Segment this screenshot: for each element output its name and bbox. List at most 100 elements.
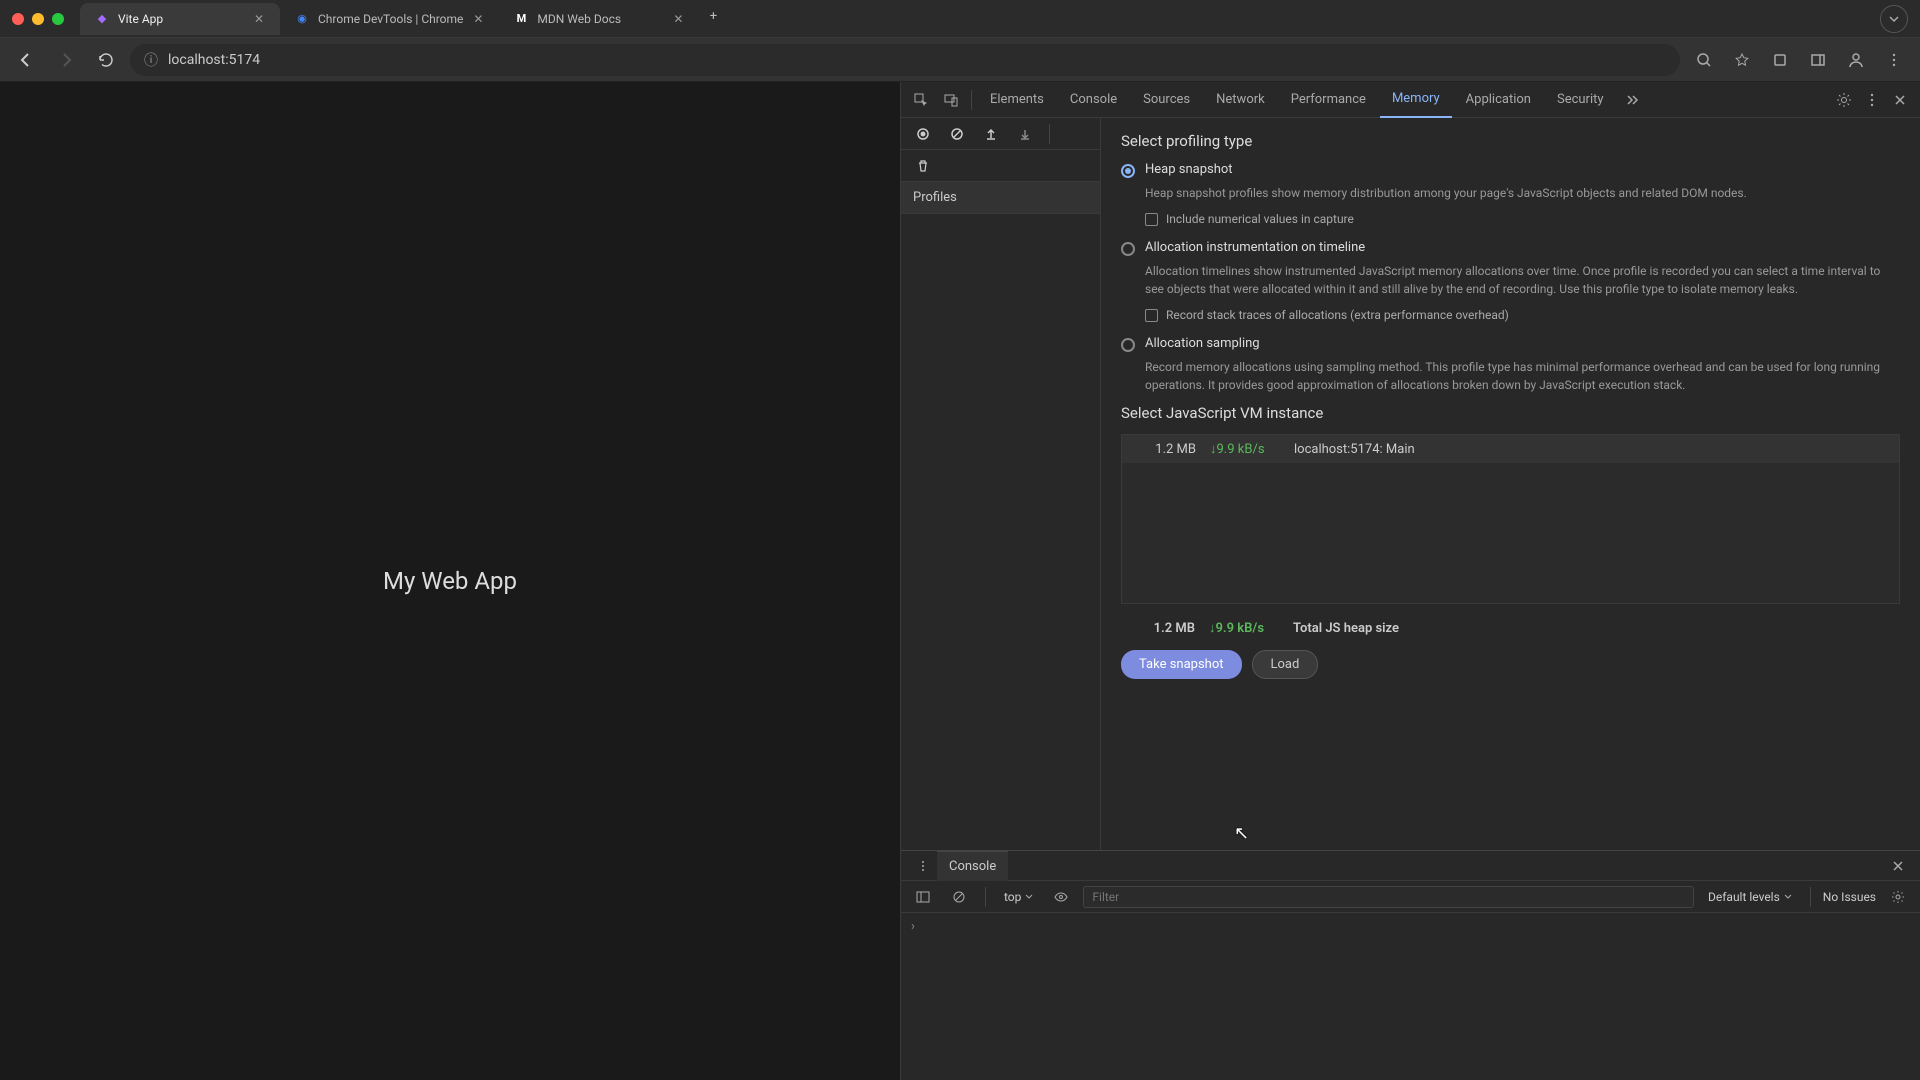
profiles-header[interactable]: Profiles xyxy=(901,182,1100,214)
panel-icon xyxy=(1810,52,1826,68)
load-button[interactable]: Load xyxy=(1252,650,1319,679)
console-settings-button[interactable] xyxy=(1884,883,1912,911)
search-icon xyxy=(1696,52,1712,68)
close-window-button[interactable] xyxy=(12,13,24,25)
minimize-window-button[interactable] xyxy=(32,13,44,25)
radio-sampling[interactable] xyxy=(1121,338,1135,352)
gc-button[interactable] xyxy=(909,152,937,180)
vm-size: 1.2 MB xyxy=(1136,442,1196,457)
devtools-tabs: Elements Console Sources Network Perform… xyxy=(901,82,1920,118)
checkbox-numerical[interactable] xyxy=(1145,213,1158,226)
radio-label: Allocation sampling xyxy=(1145,336,1260,351)
tab-sources[interactable]: Sources xyxy=(1131,82,1202,118)
tab-application[interactable]: Application xyxy=(1454,82,1543,118)
clear-button[interactable] xyxy=(943,120,971,148)
arrow-left-icon xyxy=(17,51,35,69)
record-button[interactable] xyxy=(909,120,937,148)
chrome-menu-button[interactable] xyxy=(1880,5,1908,33)
address-bar: ⓘ localhost:5174 xyxy=(0,38,1920,82)
devtools-settings-button[interactable] xyxy=(1830,86,1858,114)
maximize-window-button[interactable] xyxy=(52,13,64,25)
vm-total-label: Total JS heap size xyxy=(1293,621,1399,636)
browser-tab-mdn[interactable]: M MDN Web Docs ✕ xyxy=(499,3,699,35)
new-tab-button[interactable]: + xyxy=(699,3,727,31)
console-sidebar-toggle[interactable] xyxy=(909,883,937,911)
profiling-option-timeline[interactable]: Allocation instrumentation on timeline xyxy=(1121,240,1900,256)
console-body[interactable]: › xyxy=(901,913,1920,1080)
chrome-favicon-icon: ◉ xyxy=(294,11,310,27)
device-toolbar-button[interactable] xyxy=(937,86,965,114)
tab-title: Vite App xyxy=(118,12,244,26)
tab-console[interactable]: Console xyxy=(1058,82,1129,118)
timeline-checkbox-row[interactable]: Record stack traces of allocations (extr… xyxy=(1145,308,1900,322)
profiling-option-sampling[interactable]: Allocation sampling xyxy=(1121,336,1900,352)
issues-label[interactable]: No Issues xyxy=(1823,890,1876,904)
vm-instance-row[interactable]: 1.2 MB ↓9.9 kB/s localhost:5174: Main xyxy=(1122,435,1899,463)
site-info-icon[interactable]: ⓘ xyxy=(144,50,158,70)
more-tabs-button[interactable] xyxy=(1618,86,1646,114)
take-snapshot-button[interactable]: Take snapshot xyxy=(1121,650,1242,679)
radio-heap[interactable] xyxy=(1121,164,1135,178)
back-button[interactable] xyxy=(10,44,42,76)
checkbox-stacktrace[interactable] xyxy=(1145,309,1158,322)
heap-checkbox-row[interactable]: Include numerical values in capture xyxy=(1145,212,1900,226)
separator xyxy=(971,90,972,110)
forward-button[interactable] xyxy=(50,44,82,76)
gear-icon xyxy=(1836,92,1852,108)
console-filter-input[interactable] xyxy=(1083,886,1694,908)
profiling-option-heap[interactable]: Heap snapshot xyxy=(1121,162,1900,178)
close-icon xyxy=(1893,93,1907,107)
devtools-menu-button[interactable] xyxy=(1858,86,1886,114)
extensions-button[interactable] xyxy=(1764,44,1796,76)
clear-icon xyxy=(952,890,966,904)
trash-icon xyxy=(916,159,930,173)
close-tab-icon[interactable]: ✕ xyxy=(252,12,266,26)
log-levels-selector[interactable]: Default levels xyxy=(1702,890,1798,904)
chevron-down-icon xyxy=(1025,893,1033,901)
more-button[interactable] xyxy=(1878,44,1910,76)
radio-label: Allocation instrumentation on timeline xyxy=(1145,240,1365,255)
radio-timeline[interactable] xyxy=(1121,242,1135,256)
download-button[interactable] xyxy=(1011,120,1039,148)
vm-instance-title: Select JavaScript VM instance xyxy=(1121,404,1900,422)
dots-vertical-icon xyxy=(1865,93,1879,107)
user-icon xyxy=(1847,51,1865,69)
reload-button[interactable] xyxy=(90,44,122,76)
clear-console-button[interactable] xyxy=(945,883,973,911)
panel-left-icon xyxy=(916,890,930,904)
devtools-close-button[interactable] xyxy=(1886,86,1914,114)
side-panel-button[interactable] xyxy=(1802,44,1834,76)
drawer-close-button[interactable] xyxy=(1884,852,1912,880)
browser-tab-devtools[interactable]: ◉ Chrome DevTools | Chrome ✕ xyxy=(280,3,499,35)
memory-toolbar xyxy=(901,118,1100,150)
record-icon xyxy=(916,127,930,141)
console-drawer: Console top Default levels No Issues xyxy=(901,850,1920,1080)
main-area: My Web App Elements Console Sources Netw… xyxy=(0,82,1920,1080)
live-expression-button[interactable] xyxy=(1047,883,1075,911)
action-buttons: Take snapshot Load xyxy=(1121,642,1900,687)
vm-total-rate: ↓9.9 kB/s xyxy=(1209,620,1279,636)
tab-memory[interactable]: Memory xyxy=(1380,82,1452,118)
drawer-menu-button[interactable] xyxy=(909,852,937,880)
upload-button[interactable] xyxy=(977,120,1005,148)
context-selector[interactable]: top xyxy=(998,890,1039,904)
tab-elements[interactable]: Elements xyxy=(978,82,1056,118)
search-button[interactable] xyxy=(1688,44,1720,76)
vm-total-row: 1.2 MB ↓9.9 kB/s Total JS heap size xyxy=(1121,614,1900,642)
profile-button[interactable] xyxy=(1840,44,1872,76)
url-field[interactable]: ⓘ localhost:5174 xyxy=(130,44,1680,76)
star-icon xyxy=(1734,52,1750,68)
vm-name: localhost:5174: Main xyxy=(1294,442,1415,457)
dots-vertical-icon xyxy=(917,860,929,872)
close-tab-icon[interactable]: ✕ xyxy=(471,12,485,26)
tab-performance[interactable]: Performance xyxy=(1279,82,1378,118)
chevron-down-icon xyxy=(1887,12,1901,26)
browser-tab-vite[interactable]: ◆ Vite App ✕ xyxy=(80,3,280,35)
drawer-tab-console[interactable]: Console xyxy=(937,851,1008,881)
tab-security[interactable]: Security xyxy=(1545,82,1616,118)
bookmark-button[interactable] xyxy=(1726,44,1758,76)
close-tab-icon[interactable]: ✕ xyxy=(671,12,685,26)
inspect-element-button[interactable] xyxy=(907,86,935,114)
memory-sidebar: Profiles xyxy=(901,118,1101,850)
tab-network[interactable]: Network xyxy=(1204,82,1277,118)
